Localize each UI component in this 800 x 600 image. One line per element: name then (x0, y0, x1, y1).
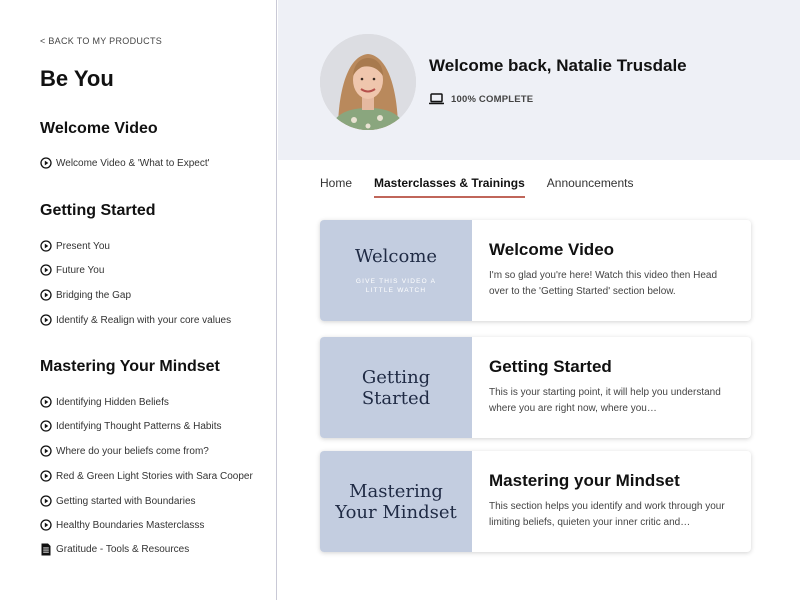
lesson-item[interactable]: Getting started with Boundaries (40, 495, 196, 507)
module-thumbnail: Mastering Your Mindset (320, 451, 472, 552)
play-circle-icon (40, 240, 52, 252)
welcome-header: Welcome back, Natalie Trusdale 100% COMP… (278, 0, 800, 160)
lesson-item[interactable]: Identifying Hidden Beliefs (40, 396, 169, 408)
back-to-products-link[interactable]: < BACK TO MY PRODUCTS (40, 36, 162, 46)
module-card-welcome-video[interactable]: Welcome GIVE THIS VIDEO A LITTLE WATCH W… (320, 220, 751, 321)
avatar (320, 34, 416, 130)
thumbnail-subtitle: GIVE THIS VIDEO A LITTLE WATCH (355, 278, 437, 294)
progress-status: 100% COMPLETE (429, 93, 533, 105)
lesson-item[interactable]: Present You (40, 240, 110, 252)
document-icon (40, 543, 52, 556)
lesson-item[interactable]: Gratitude - Tools & Resources (40, 543, 189, 556)
module-title: Getting Started (489, 357, 612, 376)
lesson-label: Bridging the Gap (56, 289, 132, 301)
lesson-item[interactable]: Future You (40, 264, 104, 276)
module-thumbnail: Getting Started (320, 337, 472, 438)
lesson-label: Identifying Thought Patterns & Habits (56, 420, 222, 432)
play-circle-icon (40, 314, 52, 326)
main-content: Welcome back, Natalie Trusdale 100% COMP… (278, 0, 800, 600)
section-title-getting-started: Getting Started (40, 202, 156, 219)
section-title-welcome-video: Welcome Video (40, 120, 158, 137)
play-circle-icon (40, 519, 52, 531)
module-title: Welcome Video (489, 240, 615, 259)
play-circle-icon (40, 420, 52, 432)
lesson-item[interactable]: Healthy Boundaries Masterclasss (40, 519, 204, 531)
product-title: Be You (40, 66, 114, 91)
module-description: I'm so glad you're here! Watch this vide… (489, 270, 718, 297)
thumbnail-title: Getting Started (361, 366, 431, 409)
play-circle-icon (40, 264, 52, 276)
play-circle-icon (40, 445, 52, 457)
module-card-getting-started[interactable]: Getting Started Getting Started This is … (320, 337, 751, 438)
module-thumbnail: Welcome GIVE THIS VIDEO A LITTLE WATCH (320, 220, 472, 321)
sidebar: < BACK TO MY PRODUCTS Be You Welcome Vid… (0, 0, 277, 600)
lesson-item[interactable]: Identify & Realign with your core values (40, 314, 231, 326)
lesson-label: Getting started with Boundaries (56, 495, 196, 507)
play-circle-icon (40, 396, 52, 408)
welcome-message: Welcome back, Natalie Trusdale (429, 56, 687, 75)
thumbnail-title: Welcome (354, 246, 438, 267)
lesson-item[interactable]: Bridging the Gap (40, 289, 131, 301)
section-title-mastering-your-mindset: Mastering Your Mindset (40, 358, 220, 375)
tab-announcements[interactable]: Announcements (547, 176, 634, 198)
lesson-label: Identifying Hidden Beliefs (56, 396, 169, 408)
lesson-item[interactable]: Red & Green Light Stories with Sara Coop… (40, 470, 253, 482)
content-tabs: Home Masterclasses & Trainings Announcem… (320, 176, 656, 198)
tab-masterclasses-trainings[interactable]: Masterclasses & Trainings (374, 176, 525, 198)
lesson-label: Identify & Realign with your core values (56, 314, 232, 326)
module-title: Mastering your Mindset (489, 471, 680, 490)
module-card-mastering-your-mindset[interactable]: Mastering Your Mindset Mastering your Mi… (320, 451, 751, 552)
lesson-label: Red & Green Light Stories with Sara Coop… (56, 470, 253, 482)
lesson-label: Future You (56, 264, 105, 276)
lesson-label: Welcome Video & 'What to Expect' (56, 157, 210, 169)
lesson-item[interactable]: Where do your beliefs come from? (40, 445, 209, 457)
play-circle-icon (40, 157, 52, 169)
lesson-label: Gratitude - Tools & Resources (56, 544, 190, 555)
lesson-item[interactable]: Welcome Video & 'What to Expect' (40, 157, 210, 169)
module-description: This section helps you identify and work… (489, 501, 725, 528)
lesson-label: Present You (56, 240, 110, 252)
progress-label: 100% COMPLETE (451, 93, 534, 105)
play-circle-icon (40, 495, 52, 507)
lesson-label: Where do your beliefs come from? (56, 445, 209, 457)
tab-home[interactable]: Home (320, 176, 352, 198)
thumbnail-title: Mastering Your Mindset (335, 480, 457, 523)
module-description: This is your starting point, it will hel… (489, 387, 721, 414)
play-circle-icon (40, 289, 52, 301)
lesson-item[interactable]: Identifying Thought Patterns & Habits (40, 420, 221, 432)
laptop-icon (429, 93, 444, 105)
lesson-label: Healthy Boundaries Masterclasss (56, 519, 205, 531)
play-circle-icon (40, 470, 52, 482)
